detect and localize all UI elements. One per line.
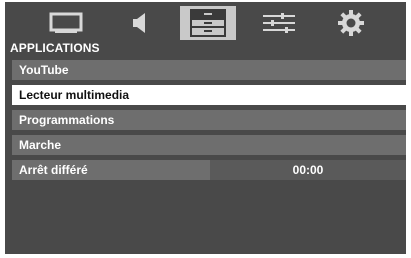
menu-item-label: Programmations <box>19 113 115 127</box>
menu-item-media-player[interactable]: Lecteur multimedia <box>12 85 406 105</box>
tab-setup[interactable] <box>323 6 379 40</box>
list-menu-icon <box>190 9 226 37</box>
applications-menu: YouTube Lecteur multimedia Programmation… <box>12 60 406 185</box>
menu-item-label: Arrêt différé <box>19 163 88 177</box>
menu-item-label: Lecteur multimedia <box>19 88 130 102</box>
tab-sound[interactable] <box>110 6 166 40</box>
icon-tab-bar <box>5 2 406 44</box>
sliders-icon <box>263 13 295 33</box>
menu-item-on-timer[interactable]: Marche <box>12 135 406 155</box>
menu-item-sleep-timer[interactable]: Arrêt différé 00:00 <box>12 160 406 180</box>
tv-screen-icon <box>49 12 83 33</box>
sleep-timer-value: 00:00 <box>210 160 406 180</box>
menu-item-label: Marche <box>19 138 62 152</box>
tab-applications[interactable] <box>180 6 236 40</box>
tv-menu-screen: APPLICATIONS YouTube Lecteur multimedia … <box>5 2 406 254</box>
tab-picture[interactable] <box>38 6 94 40</box>
menu-item-label: YouTube <box>19 63 69 77</box>
section-title: APPLICATIONS <box>10 41 100 55</box>
speaker-icon <box>133 13 145 33</box>
menu-item-youtube[interactable]: YouTube <box>12 60 406 80</box>
tab-adjustments[interactable] <box>251 6 307 40</box>
menu-item-schedules[interactable]: Programmations <box>12 110 406 130</box>
gear-icon <box>338 10 364 36</box>
